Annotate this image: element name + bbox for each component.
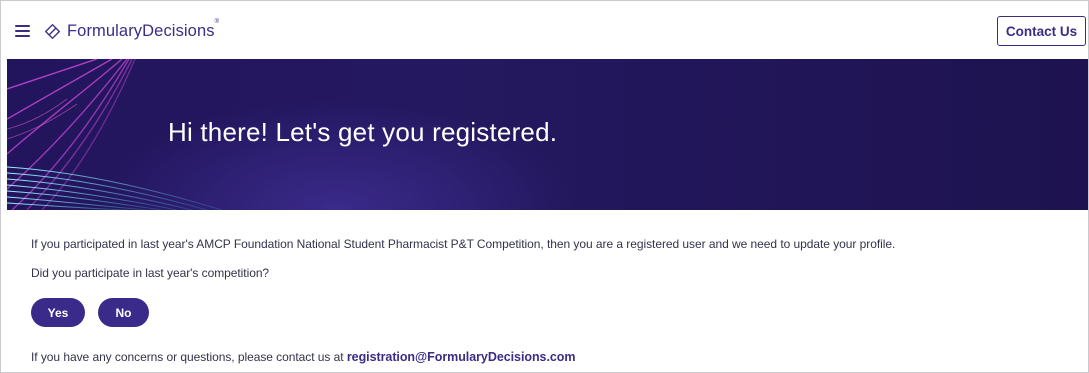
formulary-decisions-logo-icon (45, 23, 60, 39)
hero-title: Hi there! Let's get you registered. (168, 117, 558, 147)
brand-name: FormularyDecisions® (67, 18, 220, 40)
participation-question: Did you participate in last year's compe… (31, 266, 270, 280)
brand-registered-mark: ® (214, 18, 220, 25)
contact-us-button[interactable]: Contact Us (997, 16, 1086, 46)
contact-line: If you have any concerns or questions, p… (31, 350, 575, 364)
intro-text: If you participated in last year's AMCP … (31, 237, 896, 251)
contact-prefix-text: If you have any concerns or questions, p… (31, 350, 347, 364)
no-button[interactable]: No (98, 298, 149, 327)
page-frame: FormularyDecisions® Contact Us Hi there!… (0, 0, 1089, 373)
hamburger-menu-icon[interactable] (15, 25, 30, 37)
contact-email-link[interactable]: registration@FormularyDecisions.com (347, 350, 576, 364)
top-navbar: FormularyDecisions® Contact Us (1, 1, 1088, 59)
hero-banner: Hi there! Let's get you registered. (7, 59, 1088, 210)
yes-button[interactable]: Yes (31, 298, 85, 327)
brand-logo[interactable]: FormularyDecisions® (44, 18, 220, 42)
